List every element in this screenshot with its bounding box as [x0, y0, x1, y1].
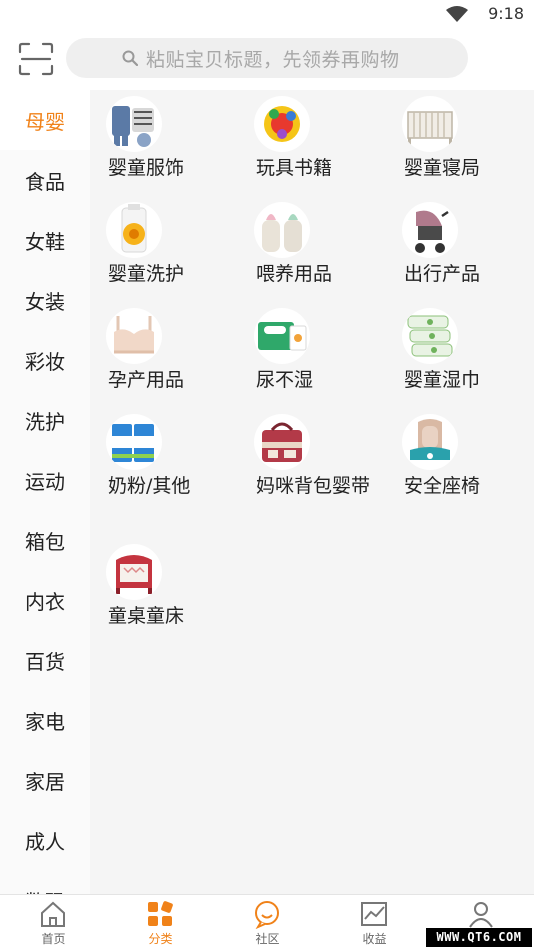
sidebar-item-home[interactable]: 家居 — [0, 750, 90, 810]
sidebar-item-digital[interactable]: 数码 — [0, 870, 90, 895]
category-sidebar: 母婴 食品 女鞋 女装 彩妆 洗护 运动 箱包 内衣 百货 家电 家居 成人 数… — [0, 90, 90, 894]
home-icon — [41, 901, 65, 927]
subcategory-item[interactable]: 婴童湿巾 — [386, 302, 534, 402]
profile-icon — [469, 902, 493, 928]
stroller-icon — [402, 202, 458, 258]
tab-community[interactable]: 社区 — [214, 895, 321, 950]
watermark: WWW.QT6.COM — [426, 928, 532, 947]
diaper-pack-icon — [254, 308, 310, 364]
subcategory-label: 童桌童床 — [108, 605, 185, 627]
wet-wipes-icon — [402, 308, 458, 364]
sidebar-item-bags[interactable]: 箱包 — [0, 510, 90, 570]
subcategory-item[interactable]: 奶粉/其他 — [90, 408, 238, 508]
earnings-icon — [361, 902, 387, 926]
maternity-bra-icon — [106, 308, 162, 364]
subcategory-label: 婴童洗护 — [108, 263, 185, 285]
toy-icon — [254, 96, 310, 152]
subcategory-item[interactable]: 孕产用品 — [90, 302, 238, 402]
subcategory-label: 奶粉/其他 — [108, 475, 191, 497]
status-time: 9:18 — [488, 4, 524, 23]
search-input[interactable]: 粘贴宝贝标题，先领券再购物 — [66, 38, 468, 78]
car-seat-icon — [402, 414, 458, 470]
subcategory-label: 安全座椅 — [404, 475, 481, 497]
tab-home[interactable]: 首页 — [0, 895, 107, 950]
sidebar-item-makeup[interactable]: 彩妆 — [0, 330, 90, 390]
subcategory-item[interactable]: 喂养用品 — [238, 196, 386, 296]
subcategory-label: 婴童服饰 — [108, 157, 185, 179]
sidebar-item-muying[interactable]: 母婴 — [0, 90, 90, 150]
subcategory-item[interactable]: 妈咪背包婴带 — [238, 408, 386, 528]
mommy-bag-icon — [254, 414, 310, 470]
sidebar-item-care[interactable]: 洗护 — [0, 390, 90, 450]
sidebar-item-general-goods[interactable]: 百货 — [0, 630, 90, 690]
subcategory-item[interactable]: 出行产品 — [386, 196, 534, 296]
top-bar: 粘贴宝贝标题，先领券再购物 — [0, 28, 534, 90]
community-icon — [255, 901, 279, 929]
tab-label: 收益 — [362, 932, 387, 946]
baby-wash-icon — [106, 202, 162, 258]
tab-label: 首页 — [41, 932, 66, 946]
subcategory-label: 孕产用品 — [108, 369, 185, 391]
subcategory-item[interactable]: 安全座椅 — [386, 408, 534, 508]
search-icon — [122, 50, 138, 66]
subcategory-item[interactable]: 玩具书籍 — [238, 90, 386, 190]
sidebar-item-appliances[interactable]: 家电 — [0, 690, 90, 750]
subcategory-label: 婴童湿巾 — [404, 369, 481, 391]
crib-icon — [402, 96, 458, 152]
sidebar-item-food[interactable]: 食品 — [0, 150, 90, 210]
subcategory-label: 玩具书籍 — [256, 157, 333, 179]
subcategory-item[interactable]: 婴童寝局 — [386, 90, 534, 190]
subcategory-item[interactable]: 童桌童床 — [90, 538, 238, 638]
subcategory-label: 尿不湿 — [256, 369, 314, 391]
subcategory-panel: 婴童服饰 玩具书籍 婴童寝局 婴童洗护 喂养用品 出行产品 孕产用品 尿不湿 婴… — [90, 90, 534, 894]
milk-powder-icon — [106, 414, 162, 470]
tab-label: 分类 — [148, 932, 173, 946]
wifi-icon — [446, 6, 468, 22]
subcategory-item[interactable]: 尿不湿 — [238, 302, 386, 402]
tab-label: 社区 — [255, 932, 280, 946]
tab-category[interactable]: 分类 — [107, 895, 214, 950]
tab-earnings[interactable]: 收益 — [321, 895, 428, 950]
baby-clothes-icon — [106, 96, 162, 152]
subcategory-item[interactable]: 婴童洗护 — [90, 196, 238, 296]
kids-furniture-icon — [106, 544, 162, 600]
sidebar-item-womens-clothing[interactable]: 女装 — [0, 270, 90, 330]
subcategory-label: 妈咪背包婴带 — [256, 475, 371, 497]
sidebar-item-adult[interactable]: 成人 — [0, 810, 90, 870]
subcategory-label: 婴童寝局 — [404, 157, 481, 179]
subcategory-label: 喂养用品 — [256, 263, 333, 285]
category-icon — [148, 901, 173, 926]
subcategory-item[interactable]: 婴童服饰 — [90, 90, 238, 190]
sidebar-item-sports[interactable]: 运动 — [0, 450, 90, 510]
search-placeholder: 粘贴宝贝标题，先领券再购物 — [146, 48, 400, 71]
status-bar: 9:18 — [0, 0, 534, 28]
baby-bottle-icon — [254, 202, 310, 258]
scan-icon[interactable] — [18, 42, 54, 76]
subcategory-label: 出行产品 — [404, 263, 481, 285]
sidebar-item-womens-shoes[interactable]: 女鞋 — [0, 210, 90, 270]
sidebar-item-underwear[interactable]: 内衣 — [0, 570, 90, 630]
